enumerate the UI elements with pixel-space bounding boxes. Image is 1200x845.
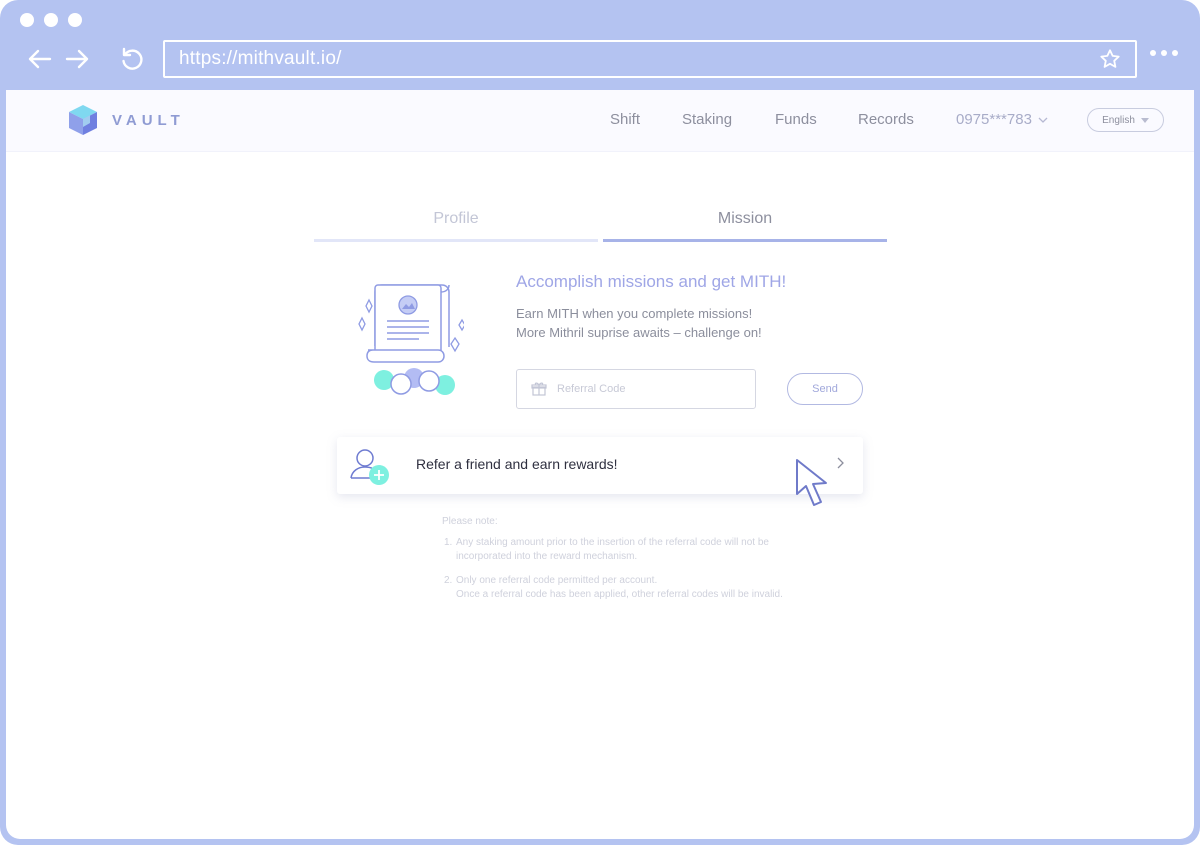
note-line: Once a referral code has been applied, o… <box>456 589 783 600</box>
reload-button[interactable] <box>117 44 147 74</box>
mission-description-line-1: Earn MITH when you complete missions! <box>516 306 753 321</box>
pointer-cursor-icon <box>796 459 827 506</box>
tab-profile[interactable]: Profile <box>314 210 598 242</box>
mission-headline: Accomplish missions and get MITH! <box>516 272 787 291</box>
note-item: 2. Only one referral code permitted per … <box>442 574 783 602</box>
browser-window: https://mithvault.io/ VAULT Shift Stakin… <box>0 0 1200 845</box>
back-arrow-icon <box>28 49 52 69</box>
chevron-right-icon <box>837 457 844 469</box>
logo-text: VAULT <box>112 111 185 129</box>
page-viewport: VAULT Shift Staking Funds Records 0975**… <box>6 90 1194 839</box>
gift-icon <box>531 382 547 396</box>
language-label: English <box>1102 114 1135 126</box>
top-navigation: VAULT Shift Staking Funds Records 0975**… <box>6 90 1194 152</box>
notes-title: Please note: <box>442 516 498 527</box>
tab-mission[interactable]: Mission <box>603 210 887 242</box>
notes-section: Please note: 1. Any staking amount prior… <box>442 515 783 602</box>
caret-down-icon <box>1140 117 1149 123</box>
refer-friend-text: Refer a friend and earn rewards! <box>416 456 618 472</box>
note-line: incorporated into the reward mechanism. <box>456 551 638 562</box>
forward-arrow-icon <box>65 49 89 69</box>
language-select[interactable]: English <box>1087 108 1164 132</box>
account-label: 0975***783 <box>956 111 1032 128</box>
add-user-icon <box>350 449 389 485</box>
nav-item-records[interactable]: Records <box>858 111 914 128</box>
address-bar[interactable]: https://mithvault.io/ <box>163 40 1137 78</box>
refer-friend-card[interactable]: Refer a friend and earn rewards! <box>337 437 863 494</box>
note-line: Any staking amount prior to the insertio… <box>456 537 769 548</box>
reload-icon <box>122 47 143 70</box>
logo[interactable]: VAULT <box>66 103 185 137</box>
note-item: 1. Any staking amount prior to the inser… <box>442 536 783 564</box>
mission-scroll-illustration <box>358 284 464 395</box>
chevron-down-icon <box>1038 117 1048 123</box>
nav-item-shift[interactable]: Shift <box>610 111 640 128</box>
star-icon[interactable] <box>1099 48 1121 70</box>
nav-item-funds[interactable]: Funds <box>775 111 817 128</box>
note-number: 1. <box>444 537 453 548</box>
account-menu[interactable]: 0975***783 <box>956 111 1048 128</box>
nav-item-staking[interactable]: Staking <box>682 111 732 128</box>
referral-code-input[interactable] <box>557 383 727 395</box>
window-controls <box>20 13 82 27</box>
window-minimize-dot[interactable] <box>44 13 58 27</box>
send-button[interactable]: Send <box>787 373 863 405</box>
note-number: 2. <box>444 575 453 586</box>
window-close-dot[interactable] <box>20 13 34 27</box>
more-icon[interactable] <box>1150 50 1178 56</box>
url-text[interactable]: https://mithvault.io/ <box>179 48 1099 70</box>
back-button[interactable] <box>25 44 55 74</box>
referral-code-field[interactable] <box>516 369 756 409</box>
mission-description-line-2: More Mithril suprise awaits – challenge … <box>516 325 762 340</box>
vault-logo-icon <box>69 105 97 135</box>
note-line: Only one referral code permitted per acc… <box>456 575 658 586</box>
forward-button[interactable] <box>62 44 92 74</box>
window-maximize-dot[interactable] <box>68 13 82 27</box>
